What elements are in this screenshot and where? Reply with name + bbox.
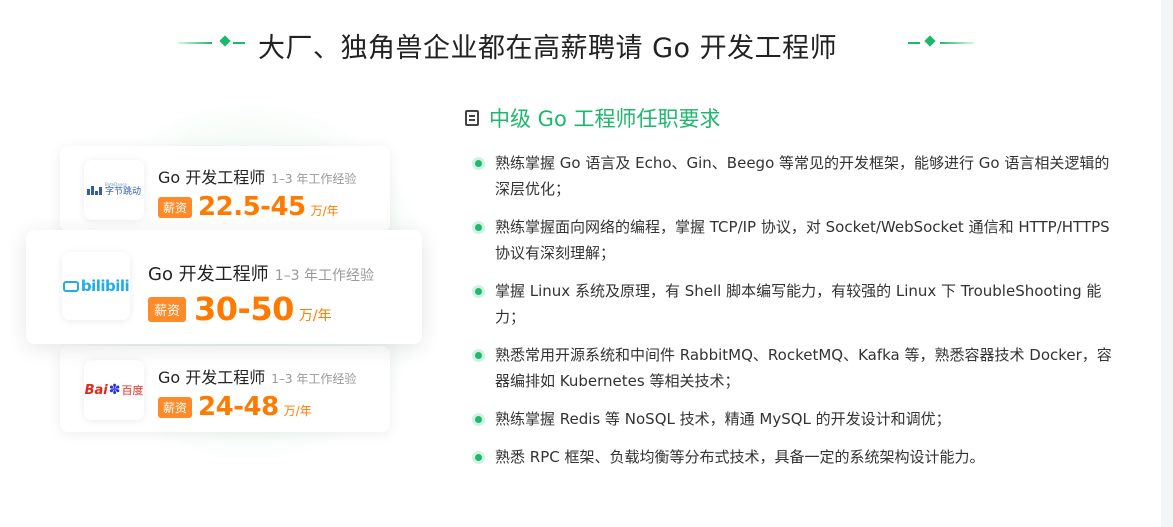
logo-text-du: 百度 bbox=[121, 384, 144, 397]
title-decoration-line-left bbox=[178, 42, 212, 44]
salary-row: 薪资 24-48 万/年 bbox=[158, 392, 312, 422]
salary-badge: 薪资 bbox=[158, 196, 193, 218]
job-experience: 1–3 年工作经验 bbox=[274, 268, 374, 284]
job-card-bytedance[interactable]: ByteDance 字节跳动 Go 开发工程师 1–3 年工作经验 薪资 22.5… bbox=[60, 146, 390, 232]
requirement-item: 熟练掌握面向网络的编程，掌握 TCP/IP 协议，对 Socket/WebSoc… bbox=[475, 214, 1115, 266]
requirement-text: 熟练掌握 Go 语言及 Echo、Gin、Beego 等常见的开发框架，能够进行… bbox=[495, 154, 1110, 198]
salary-badge: 薪资 bbox=[158, 396, 193, 418]
salary-unit: 万/年 bbox=[283, 404, 312, 418]
salary-badge: 薪资 bbox=[148, 296, 187, 322]
job-title-text: Go 开发工程师 bbox=[148, 264, 269, 285]
page-title: 大厂、独角兽企业都在高薪聘请 Go 开发工程师 bbox=[258, 33, 838, 64]
salary-range: 30-50 bbox=[194, 290, 294, 328]
company-logo-bilibili: bilibili bbox=[62, 252, 130, 320]
job-title-text: Go 开发工程师 bbox=[158, 168, 266, 187]
requirement-text: 熟悉常用开源系统和中间件 RabbitMQ、RocketMQ、Kafka 等，熟… bbox=[495, 346, 1112, 390]
requirement-item: 熟悉 RPC 框架、负载均衡等分布式技术，具备一定的系统架构设计能力。 bbox=[475, 444, 1115, 470]
job-title: Go 开发工程师 1–3 年工作经验 bbox=[158, 164, 356, 188]
salary-unit: 万/年 bbox=[298, 308, 332, 324]
title-decoration-dash-right bbox=[908, 42, 920, 44]
company-logo-baidu: Bai ✽ 百度 bbox=[84, 360, 144, 420]
title-decoration-line-right bbox=[940, 42, 974, 44]
salary-range: 22.5-45 bbox=[198, 192, 306, 222]
bullet-icon bbox=[475, 416, 482, 423]
document-icon bbox=[465, 110, 479, 126]
requirement-item: 熟练掌握 Go 语言及 Echo、Gin、Beego 等常见的开发框架，能够进行… bbox=[475, 150, 1115, 202]
title-decoration-diamond-right bbox=[924, 35, 936, 47]
bullet-icon bbox=[475, 352, 482, 359]
baidu-paw-icon: ✽ bbox=[108, 382, 121, 398]
job-title: Go 开发工程师 1–3 年工作经验 bbox=[148, 260, 374, 286]
logo-text-bai: Bai bbox=[84, 382, 108, 398]
requirement-text: 熟悉 RPC 框架、负载均衡等分布式技术，具备一定的系统架构设计能力。 bbox=[495, 448, 985, 466]
requirement-item: 熟练掌握 Redis 等 NoSQL 技术，精通 MySQL 的开发设计和调优； bbox=[475, 406, 1115, 432]
job-experience: 1–3 年工作经验 bbox=[271, 372, 357, 386]
section-header: 大厂、独角兽企业都在高薪聘请 Go 开发工程师 bbox=[0, 24, 1173, 64]
job-experience: 1–3 年工作经验 bbox=[271, 172, 357, 186]
scrollbar-track bbox=[1161, 0, 1173, 527]
job-card-bilibili[interactable]: bilibili Go 开发工程师 1–3 年工作经验 薪资 30-50 万/年 bbox=[26, 230, 422, 344]
bullet-icon bbox=[475, 454, 482, 461]
job-title: Go 开发工程师 1–3 年工作经验 bbox=[158, 364, 356, 388]
requirement-item: 掌握 Linux 系统及原理，有 Shell 脚本编写能力，有较强的 Linux… bbox=[475, 278, 1115, 330]
bullet-icon bbox=[475, 224, 482, 231]
bullet-icon bbox=[475, 288, 482, 295]
bilibili-tv-icon bbox=[62, 280, 79, 292]
company-logo-bytedance: ByteDance 字节跳动 bbox=[84, 160, 144, 220]
salary-row: 薪资 30-50 万/年 bbox=[148, 290, 332, 328]
requirement-text: 掌握 Linux 系统及原理，有 Shell 脚本编写能力，有较强的 Linux… bbox=[495, 282, 1102, 326]
title-decoration-dash-left bbox=[233, 42, 245, 44]
requirement-item: 熟悉常用开源系统和中间件 RabbitMQ、RocketMQ、Kafka 等，熟… bbox=[475, 342, 1115, 394]
requirement-text: 熟练掌握 Redis 等 NoSQL 技术，精通 MySQL 的开发设计和调优； bbox=[495, 410, 951, 428]
job-title-text: Go 开发工程师 bbox=[158, 368, 266, 387]
bytedance-bars-icon bbox=[86, 185, 102, 195]
job-card-baidu[interactable]: Bai ✽ 百度 Go 开发工程师 1–3 年工作经验 薪资 24-48 万/年 bbox=[60, 346, 390, 432]
logo-text: 字节跳动 bbox=[104, 187, 141, 197]
bullet-icon bbox=[475, 160, 482, 167]
salary-row: 薪资 22.5-45 万/年 bbox=[158, 192, 339, 222]
salary-unit: 万/年 bbox=[310, 204, 339, 218]
requirement-text: 熟练掌握面向网络的编程，掌握 TCP/IP 协议，对 Socket/WebSoc… bbox=[495, 218, 1110, 262]
requirements-heading: 中级 Go 工程师任职要求 bbox=[489, 107, 721, 131]
salary-range: 24-48 bbox=[198, 392, 279, 422]
requirements-header: 中级 Go 工程师任职要求 bbox=[465, 103, 720, 133]
requirements-list: 熟练掌握 Go 语言及 Echo、Gin、Beego 等常见的开发框架，能够进行… bbox=[475, 150, 1115, 482]
logo-text: bilibili bbox=[80, 277, 130, 295]
title-decoration-diamond-left bbox=[219, 35, 231, 47]
